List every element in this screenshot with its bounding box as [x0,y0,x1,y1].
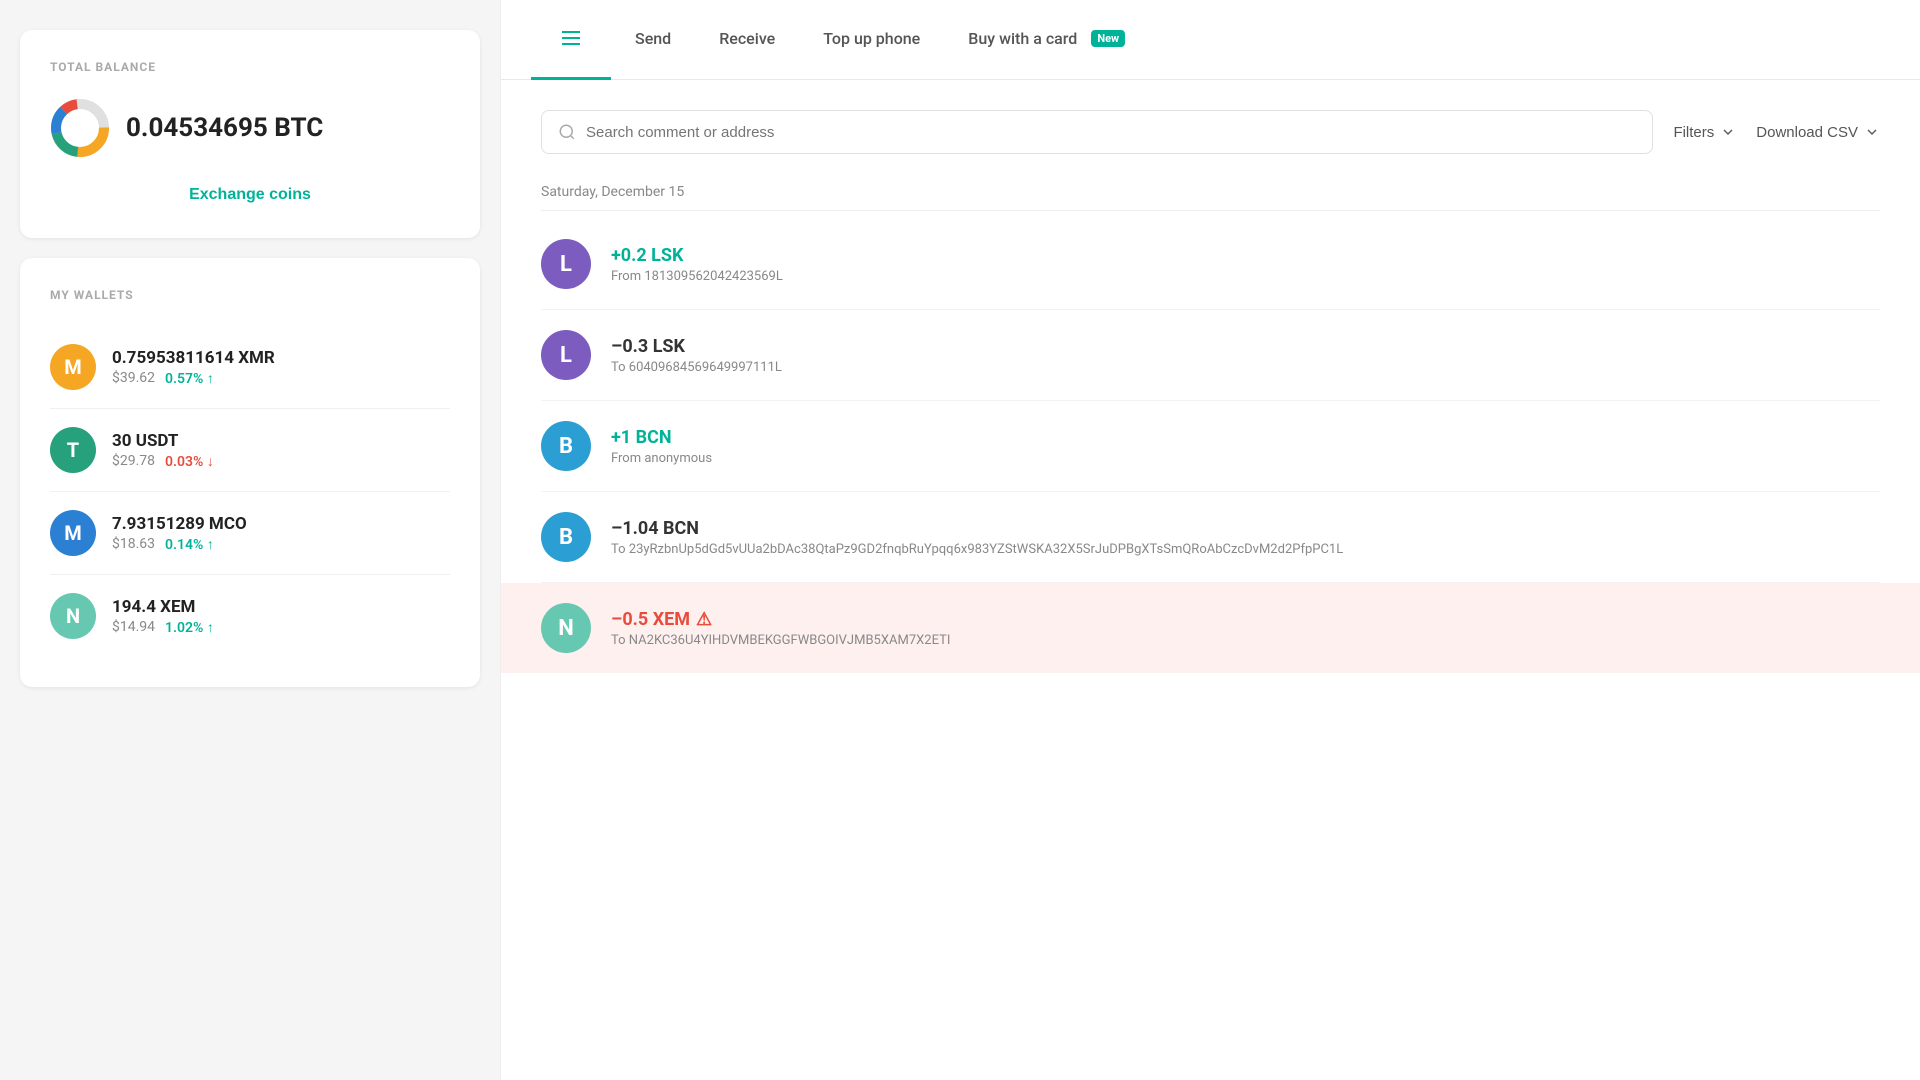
transaction-item[interactable]: B +1 BCN From anonymous [541,401,1880,492]
search-icon [558,123,576,141]
wallet-icon: M [50,510,96,556]
balance-row: 0.04534695 BTC [50,98,450,158]
wallet-list: M 0.75953811614 XMR $39.62 0.57% ↑ T 30 … [50,326,450,657]
wallet-change: 0.14% ↑ [165,536,214,553]
tab-receive[interactable]: Receive [695,0,799,80]
wallet-usd: $39.62 [112,370,155,386]
transaction-item[interactable]: B –1.04 BCN To 23yRzbnUp5dGd5vUUa2bDAc38… [541,492,1880,583]
tx-address: From 181309562042423569L [611,269,1880,284]
total-balance-title: TOTAL BALANCE [50,60,450,74]
tx-amount: +0.2 LSK [611,245,1880,266]
tx-coin-icon: L [541,239,591,289]
wallet-icon: N [50,593,96,639]
wallet-item[interactable]: M 7.93151289 MCO $18.63 0.14% ↑ [50,492,450,575]
tx-coin-icon: L [541,330,591,380]
wallet-amount: 7.93151289 MCO [112,514,450,534]
tx-address: To 60409684569649997111L [611,360,1880,375]
transaction-item[interactable]: L –0.3 LSK To 60409684569649997111L [541,310,1880,401]
tx-info: –0.5 XEM⚠ To NA2KC36U4YIHDVMBEKGGFWBGOIV… [611,609,1880,648]
wallet-icon: M [50,344,96,390]
buy-badge: New [1091,30,1125,47]
wallet-info: 30 USDT $29.78 0.03% ↓ [112,431,450,470]
warning-icon: ⚠ [696,609,712,630]
list-icon [555,22,587,54]
tx-amount: –0.3 LSK [611,336,1880,357]
search-input[interactable] [586,124,1636,141]
tx-coin-icon: B [541,421,591,471]
right-panel: Send Receive Top up phone Buy with a car… [500,0,1920,1080]
wallet-change: 1.02% ↑ [165,619,214,636]
wallet-icon: T [50,427,96,473]
wallet-info: 0.75953811614 XMR $39.62 0.57% ↑ [112,348,450,387]
transaction-item[interactable]: N –0.5 XEM⚠ To NA2KC36U4YIHDVMBEKGGFWBGO… [501,583,1920,673]
balance-donut-chart [50,98,110,158]
tab-history[interactable] [531,0,611,80]
main-content: Filters Download CSV Saturday, December … [501,80,1920,1080]
tx-info: +1 BCN From anonymous [611,427,1880,466]
transaction-list: L +0.2 LSK From 181309562042423569L L –0… [541,219,1880,673]
my-wallets-card: MY WALLETS M 0.75953811614 XMR $39.62 0.… [20,258,480,687]
wallet-amount: 30 USDT [112,431,450,451]
tx-amount: –0.5 XEM⚠ [611,609,1880,630]
wallet-usd: $14.94 [112,619,155,635]
search-row: Filters Download CSV [541,110,1880,154]
tx-address: From anonymous [611,451,1880,466]
wallet-usd: $29.78 [112,453,155,469]
wallet-usd-row: $18.63 0.14% ↑ [112,536,450,553]
tx-address: To 23yRzbnUp5dGd5vUUa2bDAc38QtaPz9GD2fnq… [611,542,1880,557]
search-box [541,110,1653,154]
wallet-usd-row: $14.94 1.02% ↑ [112,619,450,636]
exchange-coins-button[interactable]: Exchange coins [50,182,450,208]
tx-info: +0.2 LSK From 181309562042423569L [611,245,1880,284]
tx-coin-icon: B [541,512,591,562]
wallet-usd-row: $39.62 0.57% ↑ [112,370,450,387]
wallet-usd-row: $29.78 0.03% ↓ [112,453,450,470]
tab-send[interactable]: Send [611,0,695,80]
wallet-usd: $18.63 [112,536,155,552]
wallet-change: 0.57% ↑ [165,370,214,387]
tx-address: To NA2KC36U4YIHDVMBEKGGFWBGOIVJMB5XAM7X2… [611,633,1880,648]
filters-button[interactable]: Filters [1673,124,1736,141]
download-csv-button[interactable]: Download CSV [1756,124,1880,141]
left-panel: TOTAL BALANCE 0.04534695 BTC Exchange co… [0,0,500,1080]
wallet-item[interactable]: N 194.4 XEM $14.94 1.02% ↑ [50,575,450,657]
my-wallets-title: MY WALLETS [50,288,450,302]
wallet-item[interactable]: T 30 USDT $29.78 0.03% ↓ [50,409,450,492]
balance-amount: 0.04534695 BTC [126,113,323,143]
tab-topup[interactable]: Top up phone [799,0,944,80]
tx-info: –0.3 LSK To 60409684569649997111L [611,336,1880,375]
wallet-change: 0.03% ↓ [165,453,214,470]
chevron-down-icon [1720,124,1736,140]
date-separator: Saturday, December 15 [541,184,1880,211]
transaction-item[interactable]: L +0.2 LSK From 181309562042423569L [541,219,1880,310]
tx-amount: –1.04 BCN [611,518,1880,539]
wallet-info: 7.93151289 MCO $18.63 0.14% ↑ [112,514,450,553]
tx-info: –1.04 BCN To 23yRzbnUp5dGd5vUUa2bDAc38Qt… [611,518,1880,557]
total-balance-card: TOTAL BALANCE 0.04534695 BTC Exchange co… [20,30,480,238]
tx-coin-icon: N [541,603,591,653]
chevron-down-icon [1864,124,1880,140]
tabs-bar: Send Receive Top up phone Buy with a car… [501,0,1920,80]
wallet-item[interactable]: M 0.75953811614 XMR $39.62 0.57% ↑ [50,326,450,409]
tx-amount: +1 BCN [611,427,1880,448]
wallet-info: 194.4 XEM $14.94 1.02% ↑ [112,597,450,636]
wallet-amount: 0.75953811614 XMR [112,348,450,368]
wallet-amount: 194.4 XEM [112,597,450,617]
tab-buy[interactable]: Buy with a card New [944,0,1149,80]
